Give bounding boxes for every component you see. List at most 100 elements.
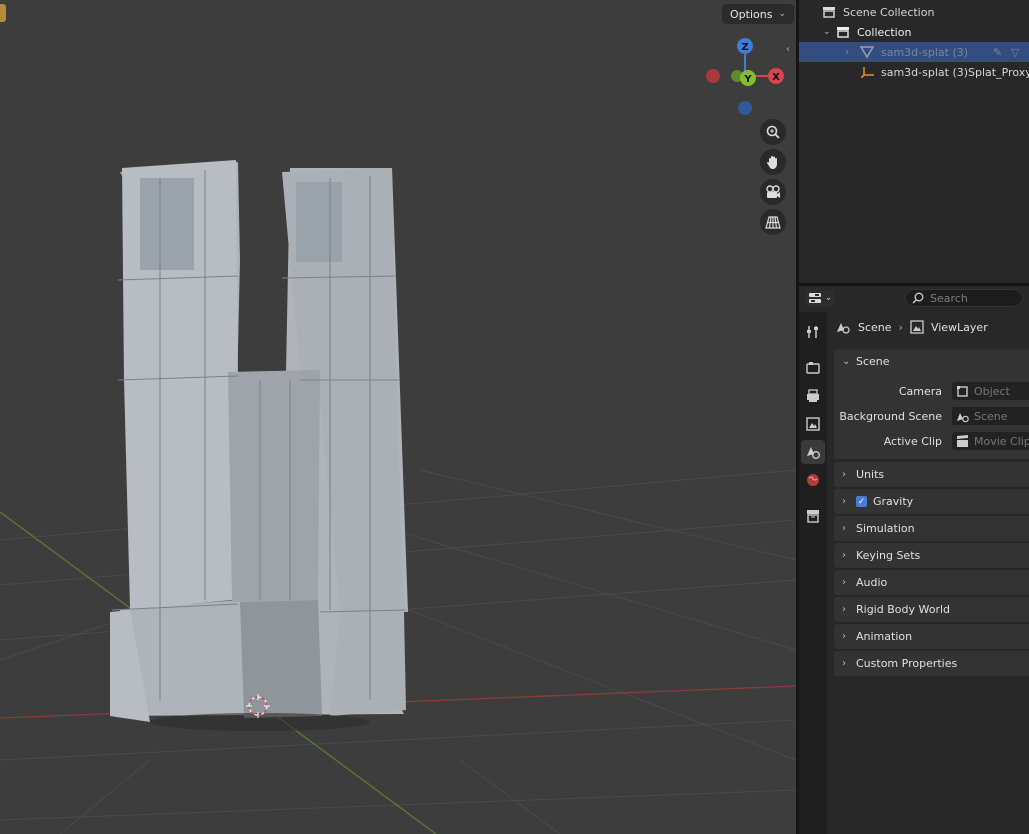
properties-tab-bar xyxy=(799,312,827,834)
active-clip-field[interactable]: Movie Clip xyxy=(952,432,1029,450)
navigation-gizmo[interactable]: Z Y X xyxy=(700,34,790,124)
properties-search-input[interactable]: Search xyxy=(905,289,1023,307)
options-label: Options xyxy=(730,7,773,21)
collection-label: Collection xyxy=(857,25,912,39)
object-icon xyxy=(957,385,968,397)
x-axis-label: X xyxy=(772,72,780,83)
outliner-scene-collection[interactable]: Scene Collection xyxy=(799,2,1029,22)
panel-title: Animation xyxy=(856,630,913,643)
tab-collection[interactable] xyxy=(801,504,825,528)
chevron-right-icon: › xyxy=(842,469,846,480)
chevron-down-icon: ⌄ xyxy=(824,293,833,303)
active-clip-row: Active Clip Movie Clip xyxy=(834,431,1029,451)
panel-title: Gravity xyxy=(873,495,914,508)
chevron-right-icon: › xyxy=(842,550,846,561)
printer-icon xyxy=(807,389,819,402)
editor-type-dropdown[interactable]: ⌄ xyxy=(805,289,835,307)
search-icon xyxy=(912,292,924,304)
panel-title: Units xyxy=(856,468,885,481)
collection-icon xyxy=(835,25,851,39)
camera-field[interactable]: Object xyxy=(952,382,1029,400)
panel-title: Custom Properties xyxy=(856,657,958,670)
breadcrumb-separator-icon: › xyxy=(898,320,903,334)
rigid-body-world-panel[interactable]: › Rigid Body World xyxy=(834,597,1029,622)
background-scene-field[interactable]: Scene xyxy=(952,407,1029,425)
movie-clip-icon xyxy=(957,434,968,447)
hand-pan-icon[interactable] xyxy=(760,149,786,175)
tab-view-layer[interactable] xyxy=(801,412,825,436)
chevron-right-icon: › xyxy=(842,523,846,534)
outliner-item-proxy[interactable]: sam3d-splat (3)Splat_Proxy xyxy=(799,62,1029,82)
tab-render[interactable] xyxy=(801,356,825,380)
camera-row: Camera Object xyxy=(834,381,1029,401)
simulation-panel[interactable]: › Simulation xyxy=(834,516,1029,541)
search-placeholder: Search xyxy=(930,291,968,305)
scene-collection-icon xyxy=(821,5,837,19)
wrench-modifier-icon: ✎ xyxy=(993,45,1003,59)
properties-editor-icon xyxy=(808,293,821,303)
chevron-right-icon: › xyxy=(842,631,846,642)
active-clip-value: Movie Clip xyxy=(974,434,1029,448)
sidebar-toggle-icon[interactable]: ‹ xyxy=(786,44,790,55)
camera-view-icon[interactable] xyxy=(760,179,786,205)
options-dropdown[interactable]: Options ⌄ xyxy=(722,4,794,24)
background-scene-value: Scene xyxy=(974,409,1008,423)
building-model xyxy=(110,160,408,731)
active-clip-label: Active Clip xyxy=(883,434,942,448)
3d-viewport[interactable]: Options ⌄ Z Y X ‹ xyxy=(0,0,796,834)
panel-title: Rigid Body World xyxy=(856,603,951,616)
outliner-item-label: sam3d-splat (3) xyxy=(881,45,969,59)
outliner-item-label: sam3d-splat (3)Splat_Proxy xyxy=(881,65,1029,79)
scene-panel-header[interactable]: ⌄ Scene xyxy=(834,349,1029,374)
empty-axes-icon xyxy=(861,65,875,79)
object-mode-icon[interactable] xyxy=(0,4,6,22)
gravity-panel[interactable]: › ✓ Gravity xyxy=(834,489,1029,514)
image-layer-icon xyxy=(806,417,820,431)
neg-x-axis-handle[interactable] xyxy=(706,69,720,83)
zoom-icon[interactable] xyxy=(760,119,786,145)
outliner-item-splat[interactable]: › sam3d-splat (3) ✎ ▽ xyxy=(799,42,1029,62)
neg-z-axis-handle[interactable] xyxy=(738,101,752,115)
scene-icon xyxy=(837,323,850,334)
collection-box-icon xyxy=(807,510,819,523)
viewport-scene xyxy=(0,160,796,834)
background-scene-row: Background Scene Scene xyxy=(834,406,1029,426)
tab-scene[interactable] xyxy=(801,440,825,464)
y-axis-label: Y xyxy=(743,74,752,85)
chevron-down-icon: ⌄ xyxy=(778,9,786,19)
world-icon xyxy=(807,474,819,486)
panel-title: Audio xyxy=(856,576,888,589)
keying-sets-panel[interactable]: › Keying Sets xyxy=(834,543,1029,568)
background-scene-label: Background Scene xyxy=(839,409,942,423)
breadcrumb-scene: Scene xyxy=(858,320,892,334)
custom-properties-panel[interactable]: › Custom Properties xyxy=(834,651,1029,676)
chevron-right-icon: › xyxy=(842,496,846,507)
chevron-right-icon: › xyxy=(842,604,846,615)
panel-title: Simulation xyxy=(856,522,915,535)
tool-icon xyxy=(807,326,818,338)
units-panel[interactable]: › Units xyxy=(834,462,1029,487)
mesh-data-icon: ▽ xyxy=(1011,45,1020,59)
tab-world[interactable] xyxy=(801,468,825,492)
render-camera-icon xyxy=(806,362,820,374)
properties-content: Scene › ViewLayer ⌄ Scene Camera Object … xyxy=(827,312,1029,834)
outliner-panel: Scene Collection ⌄ Collection › sam3d-sp… xyxy=(799,0,1029,283)
chevron-down-icon: ⌄ xyxy=(842,356,851,367)
view-layer-icon xyxy=(910,320,924,334)
audio-panel[interactable]: › Audio xyxy=(834,570,1029,595)
chevron-right-icon: › xyxy=(842,658,846,669)
grid-ortho-icon[interactable] xyxy=(760,209,786,235)
scene-icon xyxy=(957,412,969,422)
tab-output[interactable] xyxy=(801,384,825,408)
chevron-right-icon: › xyxy=(842,577,846,588)
scene-collection-label: Scene Collection xyxy=(843,5,935,19)
camera-label: Camera xyxy=(898,384,942,398)
tab-tool[interactable] xyxy=(801,320,825,344)
outliner-collection[interactable]: ⌄ Collection xyxy=(799,22,1029,42)
breadcrumb: Scene › ViewLayer xyxy=(835,320,988,334)
expand-chevron-icon[interactable]: ⌄ xyxy=(823,27,835,37)
animation-panel[interactable]: › Animation xyxy=(834,624,1029,649)
expand-chevron-icon[interactable]: › xyxy=(845,47,859,58)
panel-title: Keying Sets xyxy=(856,549,921,562)
gravity-checkbox[interactable]: ✓ xyxy=(856,496,867,507)
